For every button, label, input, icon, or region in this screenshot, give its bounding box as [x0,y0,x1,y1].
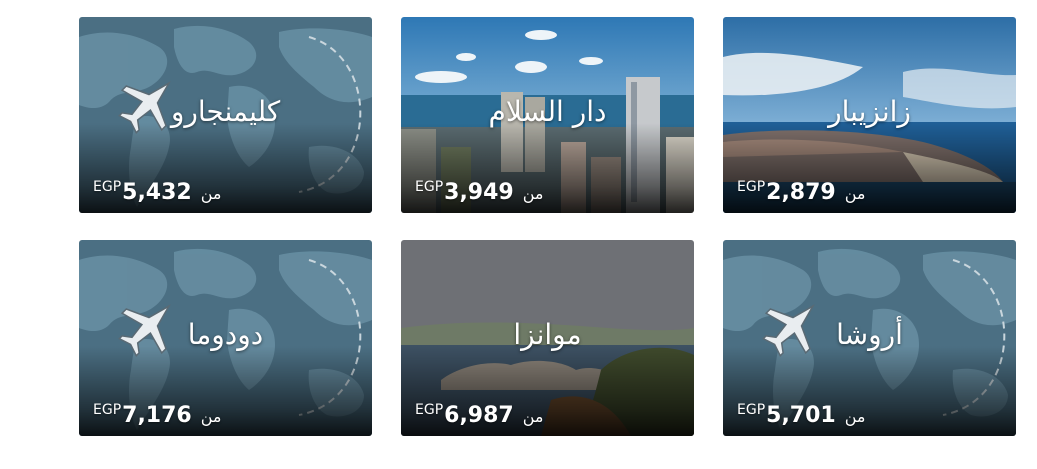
price: EGP 2,879 من [737,179,866,205]
from-label: من [200,407,222,426]
price: EGP 5,701 من [737,402,866,428]
from-label: من [522,184,544,203]
from-label: من [522,407,544,426]
destination-name: كليمنجارو [170,95,281,128]
destination-card-mwanza[interactable]: موانزا EGP 6,987 من [401,240,694,436]
destination-name: زانزيبار [828,95,911,128]
price-amount: 6,987 [444,403,514,428]
destination-name: موانزا [513,318,582,351]
currency: EGP [93,402,122,418]
destination-card-dodoma[interactable]: دودوما EGP 7,176 من [79,240,372,436]
price-amount: 7,176 [122,403,192,428]
currency: EGP [93,179,122,195]
price: EGP 7,176 من [93,402,222,428]
destination-name: دودوما [187,318,264,351]
from-label: من [200,184,222,203]
destination-card-kilimanjaro[interactable]: كليمنجارو EGP 5,432 من [79,17,372,213]
price-amount: 3,949 [444,180,514,205]
currency: EGP [415,179,444,195]
currency: EGP [737,402,766,418]
destination-card-zanzibar[interactable]: زانزيبار EGP 2,879 من [723,17,1016,213]
currency: EGP [415,402,444,418]
price-amount: 2,879 [766,180,836,205]
price: EGP 6,987 من [415,402,544,428]
from-label: من [844,184,866,203]
currency: EGP [737,179,766,195]
destination-card-dar-es-salaam[interactable]: دار السلام EGP 3,949 من [401,17,694,213]
price-amount: 5,432 [122,180,192,205]
from-label: من [844,407,866,426]
price: EGP 5,432 من [93,179,222,205]
destination-card-arusha[interactable]: أروشا EGP 5,701 من [723,240,1016,436]
price: EGP 3,949 من [415,179,544,205]
destination-name: أروشا [836,318,903,351]
destination-name: دار السلام [488,95,607,128]
price-amount: 5,701 [766,403,836,428]
